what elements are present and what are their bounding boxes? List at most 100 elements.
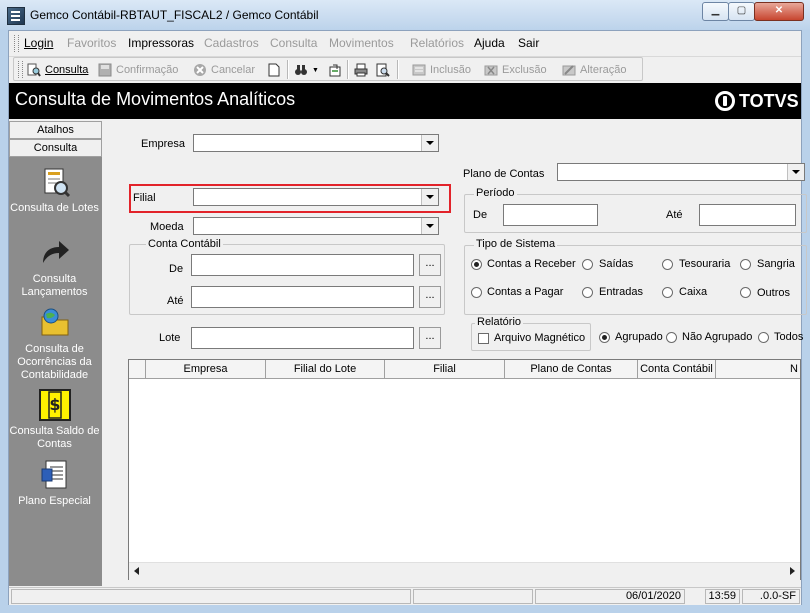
- menu-movimentos[interactable]: Movimentos: [329, 36, 394, 50]
- menu-login[interactable]: Login: [24, 36, 53, 50]
- empresa-select[interactable]: [193, 134, 439, 152]
- column-filial-lote[interactable]: Filial do Lote: [265, 360, 384, 378]
- status-panel-main: [11, 589, 411, 604]
- toolbar-grip[interactable]: [18, 61, 23, 78]
- alteracao-button[interactable]: Alteração: [562, 61, 626, 79]
- sidebar-item-consulta-lotes[interactable]: Consulta de Lotes: [9, 166, 100, 215]
- radio-todos[interactable]: [758, 332, 769, 343]
- radio-sangria[interactable]: [740, 259, 751, 270]
- exclusao-button[interactable]: Exclusão: [484, 61, 547, 79]
- app-icon[interactable]: [7, 7, 25, 25]
- chevron-down-icon[interactable]: [787, 164, 804, 180]
- tab-consulta[interactable]: Consulta: [9, 139, 102, 157]
- form-panel: Empresa Filial Moeda Conta Contábil De .…: [111, 121, 807, 586]
- column-empresa[interactable]: Empresa: [145, 360, 265, 378]
- outros-label: Outros: [757, 287, 791, 299]
- chevron-down-icon[interactable]: [421, 135, 438, 151]
- sidebar-item-consulta-lancamentos[interactable]: Consulta Lançamentos: [9, 237, 100, 299]
- totvs-logo: TOTVS: [715, 89, 799, 115]
- consulta-button[interactable]: Consulta: [27, 61, 88, 79]
- plano-contas-select[interactable]: [557, 163, 805, 181]
- results-grid[interactable]: Empresa Filial do Lote Filial Plano de C…: [128, 359, 801, 580]
- menu-relatorios[interactable]: Relatórios: [410, 36, 464, 50]
- entradas-label: Entradas: [599, 286, 644, 298]
- periodo-de-input[interactable]: [503, 204, 598, 226]
- menu-sair[interactable]: Sair: [518, 36, 539, 50]
- menu-cadastros[interactable]: Cadastros: [204, 36, 259, 50]
- edit-record-icon: [562, 63, 576, 77]
- scroll-right-icon[interactable]: [790, 567, 795, 575]
- sidebar: Atalhos Consulta Consulta de Lotes Consu…: [9, 121, 102, 586]
- conta-ate-input[interactable]: [191, 286, 414, 308]
- application-window: Gemco Contábil-RBTAUT_FISCAL2 / Gemco Co…: [0, 0, 810, 613]
- radio-nao-agrupado[interactable]: [666, 332, 677, 343]
- print-button[interactable]: [354, 61, 372, 79]
- lotes-document-icon: [39, 166, 71, 198]
- menu-favoritos[interactable]: Favoritos: [67, 36, 116, 50]
- sidebar-item-label: Consulta Saldo de Contas: [9, 425, 100, 450]
- exclusao-label: Exclusão: [502, 64, 547, 76]
- minimize-button[interactable]: ▁: [702, 2, 729, 21]
- new-document-button[interactable]: [267, 61, 285, 79]
- menu-ajuda[interactable]: Ajuda: [474, 36, 505, 50]
- radio-saidas[interactable]: [582, 259, 593, 270]
- menu-impressoras[interactable]: Impressoras: [128, 36, 194, 50]
- radio-contas-receber[interactable]: [471, 259, 482, 270]
- horizontal-scrollbar[interactable]: [129, 562, 800, 580]
- conta-ate-lookup-button[interactable]: ...: [419, 286, 441, 308]
- sidebar-item-label: Consulta Lançamentos: [21, 273, 88, 298]
- chevron-down-icon[interactable]: [421, 189, 438, 205]
- radio-contas-pagar[interactable]: [471, 287, 482, 298]
- column-plano-contas[interactable]: Plano de Contas: [504, 360, 637, 378]
- sidebar-item-label: Consulta de Lotes: [10, 202, 99, 214]
- periodo-de-label: De: [473, 209, 488, 221]
- search-document-icon: [27, 63, 41, 77]
- radio-tesouraria[interactable]: [662, 259, 673, 270]
- status-time: 13:59: [705, 589, 740, 604]
- lote-input[interactable]: [191, 327, 414, 349]
- conta-de-input[interactable]: [191, 254, 414, 276]
- periodo-ate-input[interactable]: [699, 204, 796, 226]
- radio-agrupado[interactable]: [599, 332, 610, 343]
- cancelar-button[interactable]: Cancelar: [193, 61, 255, 79]
- saidas-label: Saídas: [599, 258, 634, 270]
- menu-grip[interactable]: [14, 35, 19, 52]
- maximize-button[interactable]: ▢: [728, 2, 755, 21]
- radio-outros[interactable]: [740, 287, 751, 298]
- confirmacao-button[interactable]: Confirmação: [98, 61, 178, 79]
- lote-label: Lote: [159, 332, 181, 344]
- alteracao-label: Alteração: [580, 64, 627, 76]
- title-bar[interactable]: Gemco Contábil-RBTAUT_FISCAL2 / Gemco Co…: [0, 0, 810, 30]
- sidebar-item-plano-especial[interactable]: Plano Especial: [9, 459, 100, 508]
- menu-consulta[interactable]: Consulta: [270, 36, 317, 50]
- radio-entradas[interactable]: [582, 287, 593, 298]
- scroll-left-icon[interactable]: [134, 567, 139, 575]
- contas-receber-label: Contas a Receber: [487, 258, 576, 270]
- export-button[interactable]: [328, 61, 346, 79]
- folder-globe-icon: [39, 307, 71, 339]
- inclusao-button[interactable]: Inclusão: [412, 61, 471, 79]
- nao-agrupado-label: Não Agrupado: [682, 331, 753, 343]
- plano-contas-label: Plano de Contas: [463, 168, 545, 180]
- column-n[interactable]: N: [715, 360, 800, 378]
- conta-de-lookup-button[interactable]: ...: [419, 254, 441, 276]
- tab-atalhos[interactable]: Atalhos: [9, 121, 102, 139]
- close-button[interactable]: ✕: [754, 2, 804, 21]
- arquivo-magnetico-checkbox[interactable]: [478, 333, 489, 344]
- column-filial[interactable]: Filial: [384, 360, 504, 378]
- find-button[interactable]: ▼: [294, 61, 319, 79]
- minimize-icon: ▁: [711, 5, 720, 16]
- document-list-icon: [39, 459, 71, 491]
- conta-de-label: De: [169, 263, 184, 275]
- column-conta-contabil[interactable]: Conta Contábil: [637, 360, 715, 378]
- sidebar-item-consulta-saldo[interactable]: $ Consulta Saldo de Contas: [9, 389, 100, 451]
- empresa-label: Empresa: [141, 138, 186, 150]
- radio-caixa[interactable]: [662, 287, 673, 298]
- moeda-select[interactable]: [193, 217, 439, 235]
- filial-select[interactable]: [193, 188, 439, 206]
- maximize-icon: ▢: [736, 5, 747, 16]
- lote-lookup-button[interactable]: ...: [419, 327, 441, 349]
- sidebar-item-consulta-ocorrencias[interactable]: Consulta de Ocorrências da Contabilidade: [9, 307, 100, 382]
- chevron-down-icon[interactable]: [421, 218, 438, 234]
- preview-button[interactable]: [376, 61, 394, 79]
